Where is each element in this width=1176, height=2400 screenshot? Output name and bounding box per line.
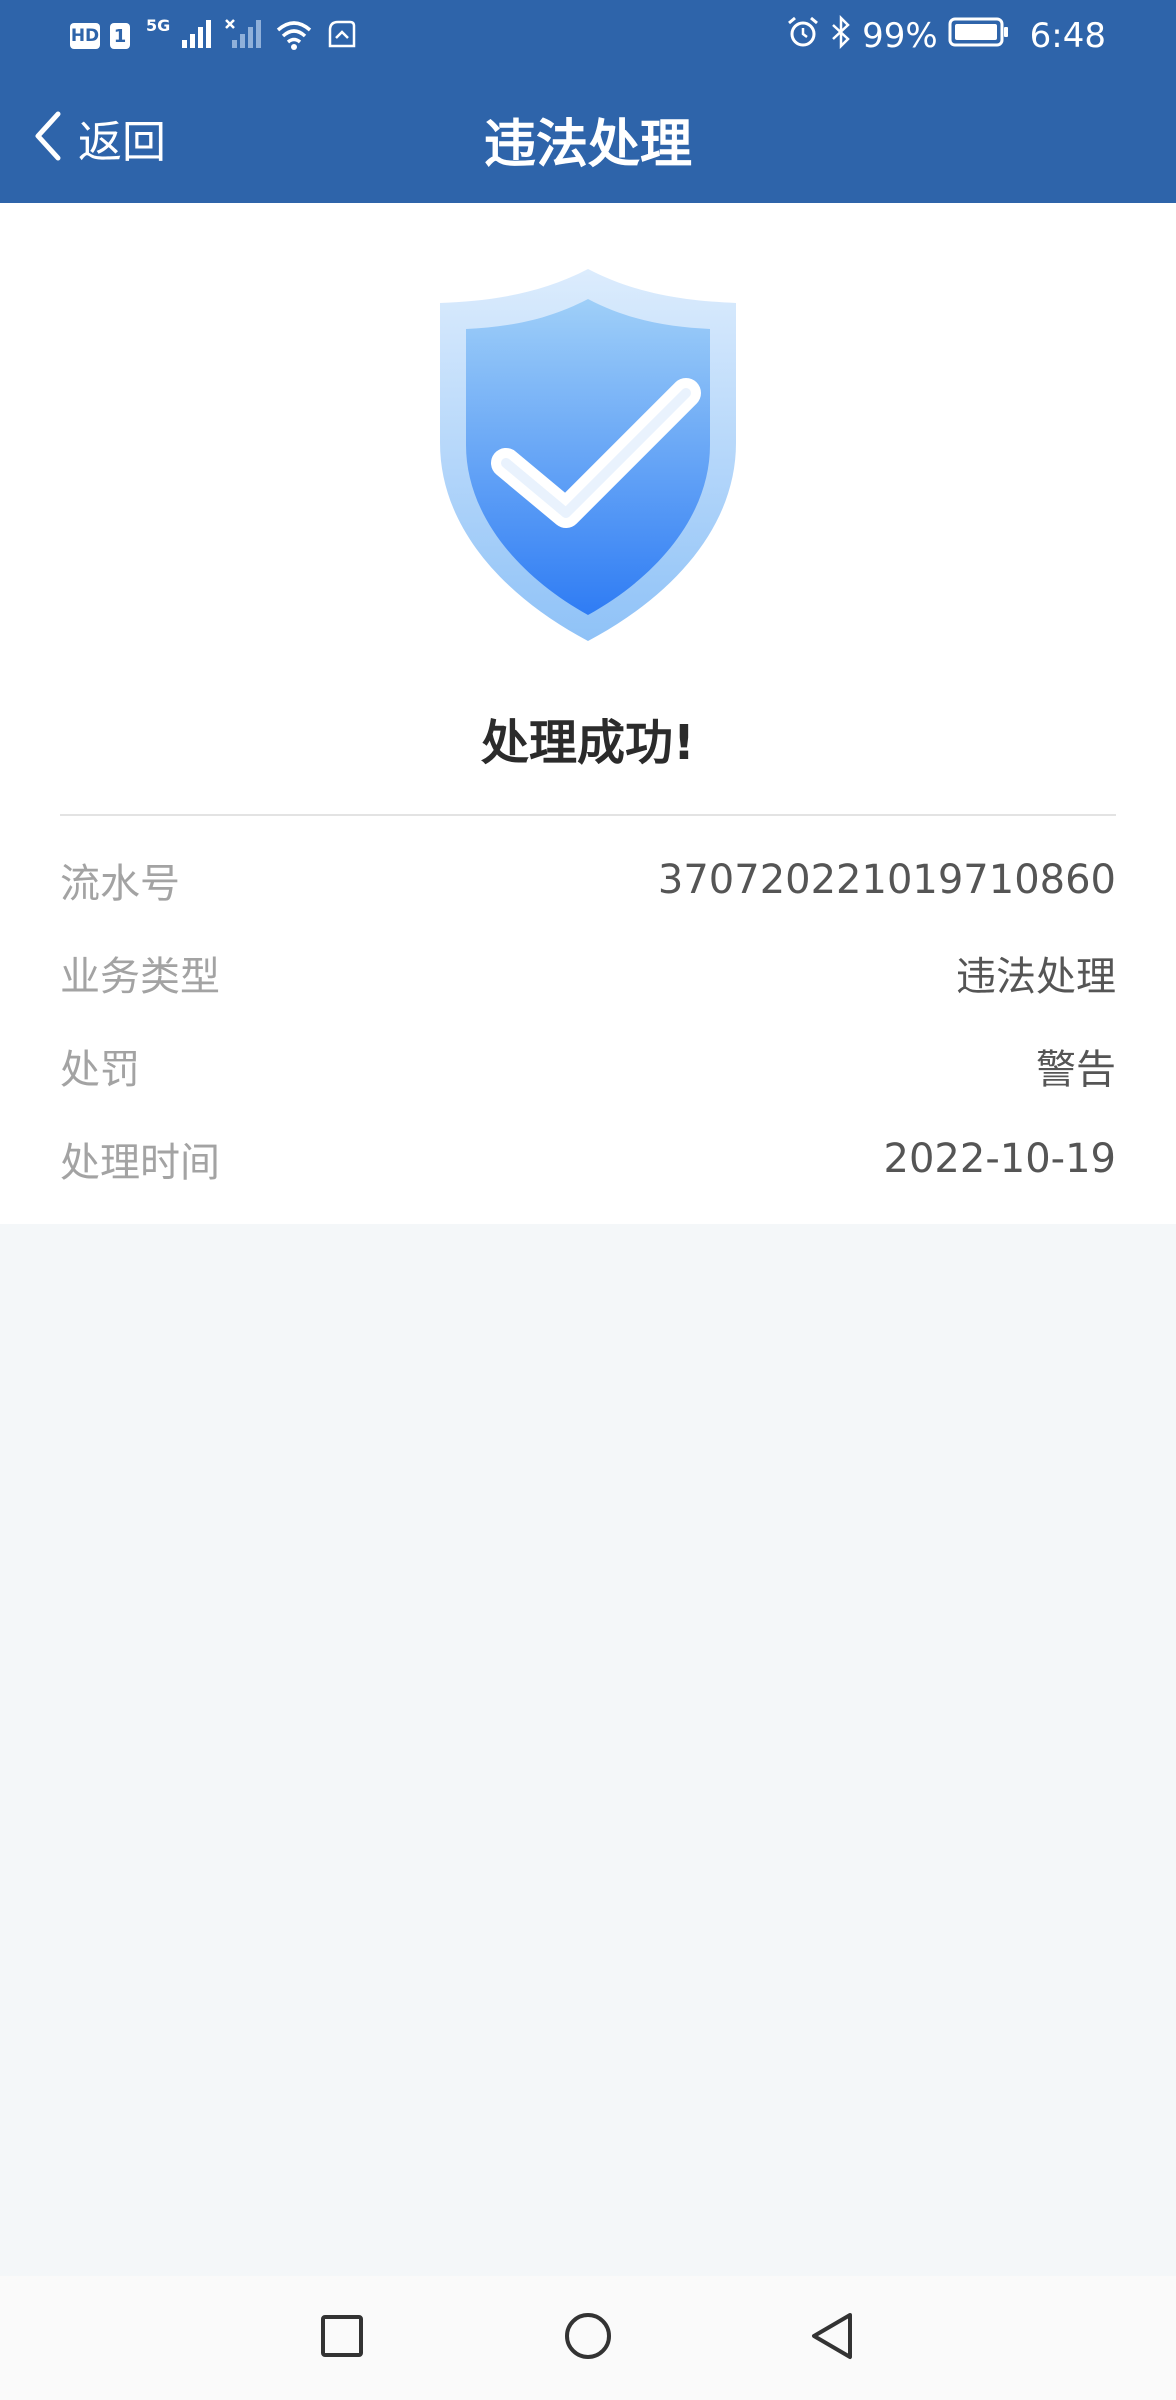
alarm-icon (786, 15, 820, 58)
status-bar-left: HD 1 5G (70, 16, 358, 56)
detail-row-serial: 流水号 370720221019710860 (60, 833, 1116, 926)
signal-no-service-icon (224, 18, 264, 54)
app-header: HD 1 5G 99% 6:48 返回 违法处理 (0, 0, 1176, 203)
status-bar: HD 1 5G 99% 6:48 (0, 0, 1176, 72)
hd-badge: HD (70, 23, 100, 49)
detail-row-processed-time: 处理时间 2022-10-19 (60, 1112, 1116, 1205)
battery-icon (948, 16, 1010, 56)
detail-label: 处罚 (60, 1046, 140, 1093)
detail-value: 违法处理 (956, 953, 1116, 1000)
detail-value: 2022-10-19 (883, 1135, 1116, 1182)
clock: 6:48 (1029, 16, 1106, 56)
detail-row-business-type: 业务类型 违法处理 (60, 926, 1116, 1019)
shield-check-icon (428, 263, 748, 643)
battery-percent: 99% (862, 16, 938, 56)
result-message: 处理成功! (481, 715, 695, 771)
system-nav-bar (0, 2276, 1176, 2400)
wifi-icon (274, 18, 314, 54)
status-bar-right: 99% 6:48 (786, 14, 1106, 58)
nfc-icon (324, 18, 358, 54)
page-title: 违法处理 (483, 115, 692, 175)
signal-icon (180, 18, 214, 54)
network-label: 5G (146, 16, 171, 35)
detail-label: 业务类型 (60, 953, 220, 1000)
detail-label: 流水号 (60, 860, 180, 907)
result-card: 处理成功! 流水号 370720221019710860 业务类型 违法处理 处… (0, 203, 1176, 1224)
sim-badge: 1 (110, 23, 130, 49)
detail-value: 370720221019710860 (657, 856, 1116, 903)
square-icon (320, 2314, 364, 2362)
circle-icon (563, 2311, 613, 2365)
bluetooth-icon (830, 14, 852, 58)
divider (60, 814, 1116, 816)
recents-button[interactable] (310, 2306, 374, 2370)
home-button[interactable] (556, 2306, 620, 2370)
detail-label: 处理时间 (60, 1139, 220, 1186)
nav-bar: 返回 违法处理 (0, 72, 1176, 203)
screen: HD 1 5G 99% 6:48 返回 违法处理 处理成功! 流水号 37072… (0, 0, 1176, 2400)
detail-row-penalty: 处罚 警告 (60, 1019, 1116, 1112)
triangle-back-icon (808, 2311, 856, 2365)
details-list: 流水号 370720221019710860 业务类型 违法处理 处罚 警告 处… (60, 833, 1116, 1205)
detail-value: 警告 (1036, 1046, 1116, 1093)
system-back-button[interactable] (800, 2306, 864, 2370)
